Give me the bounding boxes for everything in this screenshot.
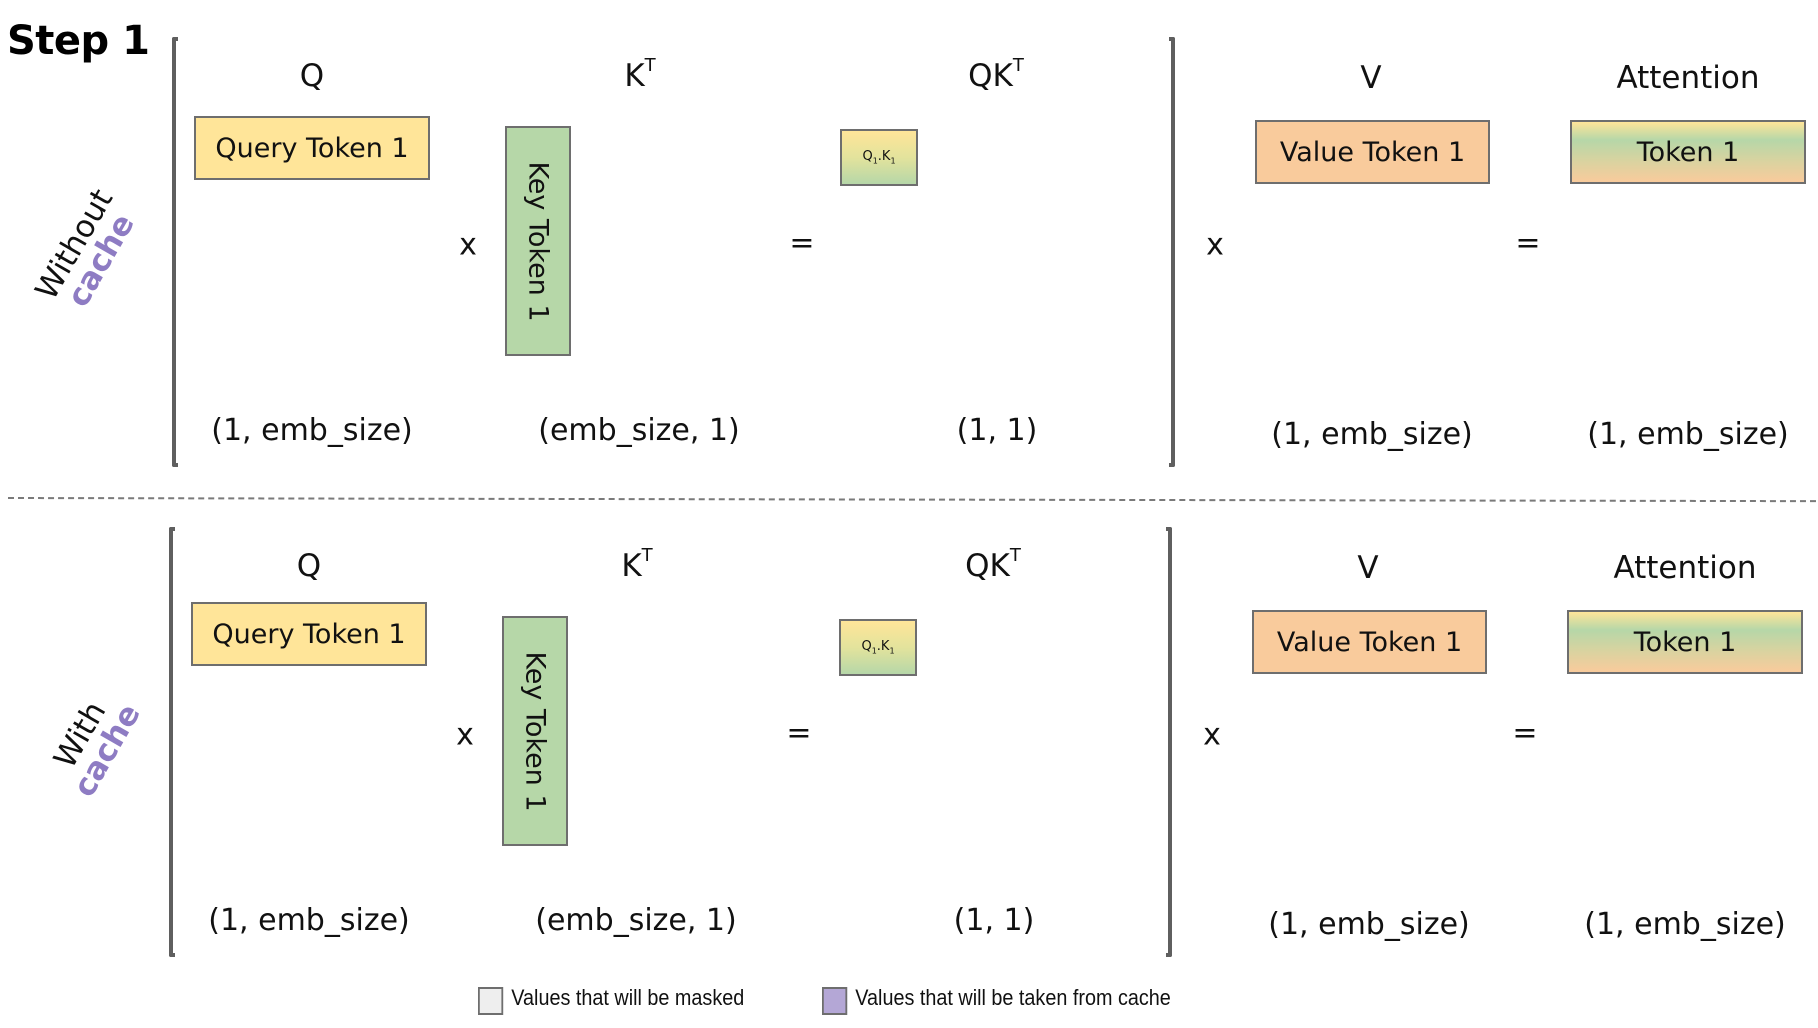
multiply-operator: x bbox=[456, 717, 474, 753]
v-header: V bbox=[1357, 550, 1379, 586]
v-dim: (1, emb_size) bbox=[1271, 417, 1473, 452]
qk-dim: (1, 1) bbox=[953, 903, 1035, 938]
multiply-operator: x bbox=[1203, 717, 1221, 753]
qkt-header-base: QK bbox=[968, 58, 1013, 94]
query-token-box: Query Token 1 bbox=[194, 116, 430, 180]
attention-header: Attention bbox=[1613, 550, 1757, 586]
key-token-box: Key Token 1 bbox=[505, 126, 571, 356]
equals-operator: = bbox=[789, 225, 815, 261]
qk-dim: (1, 1) bbox=[956, 413, 1038, 448]
side-label-with-cache: With cache bbox=[37, 676, 151, 811]
qkt-header: QKT bbox=[965, 544, 1021, 584]
side-label-without-cache: Without cache bbox=[29, 183, 145, 321]
k-dim: (emb_size, 1) bbox=[535, 903, 737, 938]
qk-cell-label: Q1.K1 bbox=[862, 149, 896, 166]
q-dim: (1, emb_size) bbox=[208, 903, 410, 938]
left-bracket bbox=[169, 527, 175, 957]
qkt-header-sup: T bbox=[1009, 544, 1021, 566]
kt-header: KT bbox=[621, 544, 653, 584]
attention-token-box: Token 1 bbox=[1567, 610, 1803, 674]
legend-label-from-cache: Values that will be taken from cache bbox=[855, 985, 1171, 1010]
value-token-label: Value Token 1 bbox=[1279, 136, 1466, 168]
legend-item-from-cache: Values that will be taken from cache bbox=[822, 985, 1171, 1015]
v-dim: (1, emb_size) bbox=[1268, 907, 1470, 942]
attention-dim: (1, emb_size) bbox=[1587, 417, 1789, 452]
legend-label-masked: Values that will be masked bbox=[511, 985, 745, 1010]
kt-header: KT bbox=[624, 54, 656, 94]
right-bracket bbox=[1166, 527, 1172, 957]
query-token-box: Query Token 1 bbox=[191, 602, 427, 666]
attention-header: Attention bbox=[1616, 60, 1760, 96]
legend-item-masked: Values that will be masked bbox=[478, 985, 744, 1015]
attention-token-label: Token 1 bbox=[1636, 136, 1740, 168]
kt-header-base: K bbox=[621, 548, 642, 584]
key-token-box: Key Token 1 bbox=[502, 616, 568, 846]
left-bracket bbox=[172, 37, 178, 467]
key-token-label: Key Token 1 bbox=[519, 650, 551, 812]
kt-header-sup: T bbox=[641, 544, 653, 566]
equals-operator: = bbox=[1512, 715, 1538, 751]
kt-header-sup: T bbox=[644, 54, 656, 76]
q-dim: (1, emb_size) bbox=[211, 413, 413, 448]
multiply-operator: x bbox=[1206, 227, 1224, 263]
panel-without-cache: Without cache Q Query Token 1 (1, emb_si… bbox=[0, 0, 1818, 467]
v-header: V bbox=[1360, 60, 1382, 96]
attention-token-box: Token 1 bbox=[1570, 120, 1806, 184]
qkt-header-base: QK bbox=[965, 548, 1010, 584]
equals-operator: = bbox=[786, 715, 812, 751]
legend-swatch-from-cache bbox=[822, 987, 848, 1015]
qkt-header: QKT bbox=[968, 54, 1024, 94]
q-header: Q bbox=[299, 58, 325, 94]
attention-dim: (1, emb_size) bbox=[1584, 907, 1786, 942]
query-token-label: Query Token 1 bbox=[215, 132, 409, 164]
key-token-label: Key Token 1 bbox=[522, 160, 554, 322]
panel-with-cache: With cache Q Query Token 1 (1, emb_size)… bbox=[0, 490, 1818, 957]
qk-cell-label: Q1.K1 bbox=[861, 639, 895, 656]
value-token-box: Value Token 1 bbox=[1255, 120, 1490, 184]
multiply-operator: x bbox=[459, 227, 477, 263]
kt-header-base: K bbox=[624, 58, 645, 94]
q-header: Q bbox=[296, 548, 322, 584]
value-token-box: Value Token 1 bbox=[1252, 610, 1487, 674]
attention-token-label: Token 1 bbox=[1633, 626, 1737, 658]
qk-cell: Q1.K1 bbox=[840, 129, 918, 186]
equals-operator: = bbox=[1515, 225, 1541, 261]
value-token-label: Value Token 1 bbox=[1276, 626, 1463, 658]
qk-cell: Q1.K1 bbox=[839, 619, 917, 676]
k-dim: (emb_size, 1) bbox=[538, 413, 740, 448]
qkt-header-sup: T bbox=[1012, 54, 1024, 76]
right-bracket bbox=[1169, 37, 1175, 467]
query-token-label: Query Token 1 bbox=[212, 618, 406, 650]
legend-swatch-masked bbox=[478, 987, 504, 1015]
